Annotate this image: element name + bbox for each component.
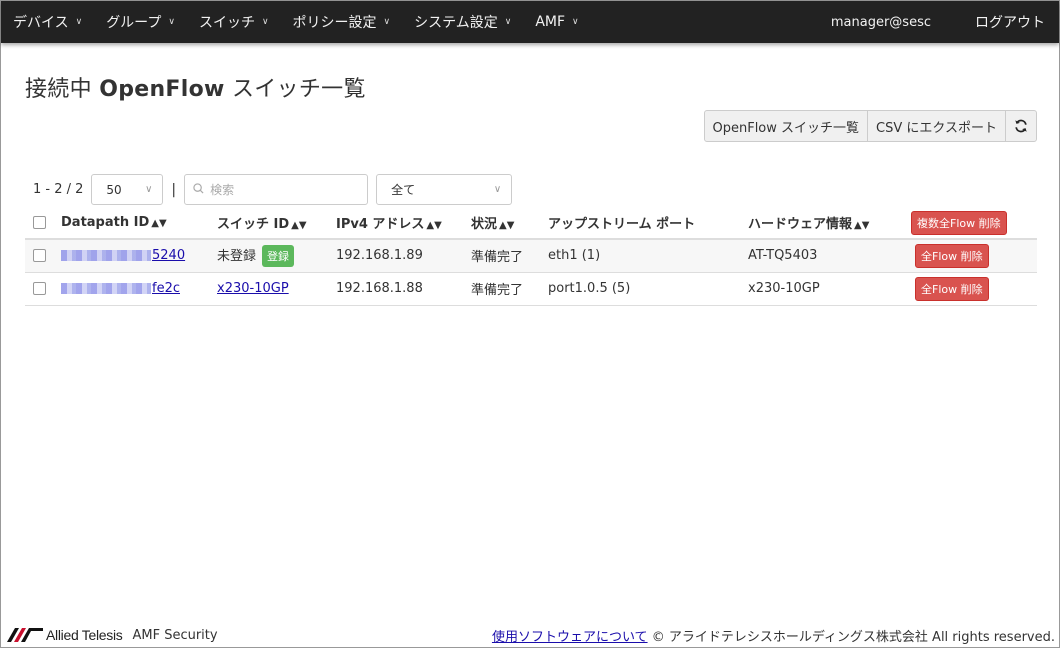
logout-link[interactable]: ログアウト <box>975 12 1059 32</box>
nav-amf[interactable]: AMF ∨ <box>523 1 590 43</box>
chevron-down-icon: ∨ <box>504 17 512 27</box>
page-title: 接続中 OpenFlow スイッチ一覧 <box>25 77 366 102</box>
allied-telesis-logo: Allied Telesis <box>7 627 123 643</box>
nav-policy-settings[interactable]: ポリシー設定 ∨ <box>281 1 403 43</box>
table-header-row: Datapath ID ▲▼ スイッチ ID ▲▼ IPv4 アドレス ▲▼ 状況 ▲▼… <box>25 207 1037 240</box>
current-user: manager@sesc <box>830 14 931 30</box>
datapath-id-link[interactable]: fe2c <box>61 281 180 296</box>
datapath-id-link[interactable]: 5240 <box>61 248 185 263</box>
col-status[interactable]: 状況 ▲▼ <box>467 207 544 240</box>
select-all-checkbox[interactable] <box>33 216 46 229</box>
csv-export-button[interactable]: CSV にエクスポート <box>867 110 1006 142</box>
nav-switches[interactable]: スイッチ ∨ <box>187 1 281 43</box>
nav-right: manager@sesc ログアウト <box>831 1 1059 43</box>
sort-icon: ▲▼ <box>854 220 870 231</box>
chevron-down-icon: ∨ <box>145 184 153 195</box>
software-info-link[interactable]: 使用ソフトウェアについて <box>492 630 648 645</box>
upstream-port-cell: eth1 (1) <box>544 239 744 273</box>
refresh-button[interactable] <box>1005 110 1037 142</box>
refresh-icon <box>1015 119 1027 133</box>
list-toolbar: 1 - 2 / 2 50 ∨ | 検索 全て ∨ <box>33 174 513 205</box>
nav-devices[interactable]: デバイス ∨ <box>1 1 94 43</box>
copyright-text: © アライドテレシスホールディングス株式会社 All rights reserv… <box>647 629 1055 645</box>
openflow-switch-table: Datapath ID ▲▼ スイッチ ID ▲▼ IPv4 アドレス ▲▼ 状況 ▲▼… <box>25 207 1037 306</box>
redacted-text <box>61 283 151 294</box>
action-button-group: OpenFlow スイッチ一覧 CSV にエクスポート <box>703 110 1037 142</box>
footer-right: 使用ソフトウェアについて © アライドテレシスホールディングス株式会社 All … <box>492 626 1055 645</box>
delete-all-flows-button[interactable]: 全Flow 削除 <box>915 276 989 301</box>
table-row: 5240 未登録 登録 192.168.1.89 準備完了 eth1 (1) AT… <box>25 239 1037 273</box>
page-size-select[interactable]: 50 ∨ <box>91 174 164 205</box>
sort-icon: ▲▼ <box>291 220 307 231</box>
separator: | <box>171 181 177 198</box>
upstream-port-cell: port1.0.5 (5) <box>544 272 744 306</box>
row-checkbox[interactable] <box>33 249 46 263</box>
row-checkbox[interactable] <box>33 282 46 295</box>
chevron-down-icon: ∨ <box>493 184 502 195</box>
chevron-down-icon: ∨ <box>261 17 269 27</box>
col-datapath-id[interactable]: Datapath ID ▲▼ <box>57 207 213 240</box>
status-filter-select[interactable]: 全て ∨ <box>376 174 513 205</box>
search-icon <box>193 182 204 197</box>
sort-icon: ▲▼ <box>151 218 167 229</box>
ipv4-cell: 192.168.1.88 <box>332 272 467 306</box>
nav-system-settings[interactable]: システム設定 ∨ <box>402 1 523 43</box>
ipv4-cell: 192.168.1.89 <box>332 239 467 273</box>
delete-all-flows-button[interactable]: 全Flow 削除 <box>915 243 989 268</box>
record-count: 1 - 2 / 2 <box>33 182 84 197</box>
chevron-down-icon: ∨ <box>383 17 391 27</box>
brand-logo-icon <box>7 628 43 642</box>
search-input[interactable]: 検索 <box>184 174 369 205</box>
col-hardware-info[interactable]: ハードウェア情報 ▲▼ <box>744 207 907 240</box>
chevron-down-icon: ∨ <box>572 17 579 27</box>
openflow-switch-list-button[interactable]: OpenFlow スイッチ一覧 <box>703 110 869 142</box>
redacted-text <box>61 250 151 262</box>
bulk-delete-flows-button[interactable]: 複数全Flow 削除 <box>911 210 1007 235</box>
nav-groups[interactable]: グループ ∨ <box>94 1 187 43</box>
col-switch-id[interactable]: スイッチ ID ▲▼ <box>213 207 332 240</box>
hardware-cell: AT-TQ5403 <box>744 239 907 273</box>
sort-icon: ▲▼ <box>499 220 515 231</box>
switch-id-link[interactable]: x230-10GP <box>217 281 289 296</box>
col-ipv4[interactable]: IPv4 アドレス ▲▼ <box>332 207 467 240</box>
chevron-down-icon: ∨ <box>75 17 83 27</box>
footer: Allied Telesis AMF Security 使用ソフトウェアについて… <box>1 623 1059 647</box>
col-upstream-port: アップストリーム ポート <box>544 207 744 240</box>
status-cell: 準備完了 <box>467 272 544 306</box>
hardware-cell: x230-10GP <box>744 272 907 306</box>
status-cell: 準備完了 <box>467 239 544 273</box>
register-button[interactable]: 登録 <box>262 245 295 267</box>
product-name: AMF Security <box>132 627 218 643</box>
chevron-down-icon: ∨ <box>168 17 175 27</box>
sort-icon: ▲▼ <box>426 220 442 231</box>
top-navbar: デバイス ∨ グループ ∨ スイッチ ∨ ポリシー設定 ∨ システム設定 ∨ AMF ∨ m… <box>1 1 1059 43</box>
table-row: fe2c x230-10GP 192.168.1.88 準備完了 port1.0… <box>25 272 1037 306</box>
switch-id-text: 未登録 <box>217 248 257 264</box>
